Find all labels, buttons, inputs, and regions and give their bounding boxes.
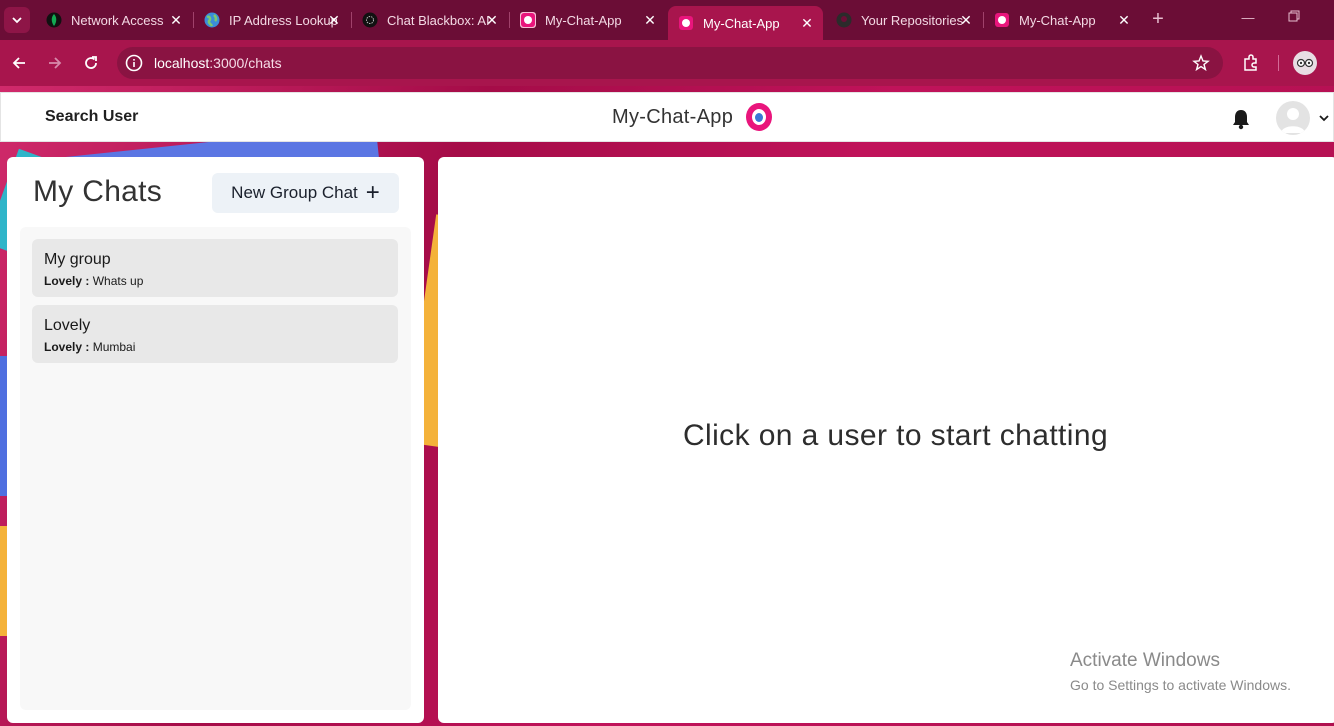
tab-title: My-Chat-App (703, 15, 780, 31)
info-icon[interactable] (125, 54, 143, 72)
empty-chat-placeholder: Click on a user to start chatting (682, 419, 1109, 452)
address-bar[interactable]: localhost:3000/chats (117, 47, 1223, 79)
url-host: localhost (154, 55, 210, 71)
close-icon[interactable]: ✕ (168, 12, 184, 28)
puzzle-icon (1244, 54, 1257, 71)
browser-tab[interactable]: My-Chat-App ✕ (510, 6, 666, 34)
chat-box-panel: Click on a user to start chatting (438, 157, 1334, 723)
chat-app-icon (678, 15, 694, 31)
latest-message-sender: Lovely : (44, 274, 90, 288)
my-chats-title: My Chats (33, 175, 163, 208)
browser-tab-active[interactable]: My-Chat-App ✕ (668, 6, 823, 40)
latest-message-text: Whats up (92, 274, 144, 288)
close-icon[interactable]: ✕ (799, 15, 815, 31)
my-chats-panel: My Chats New Group Chat + My group Lovel… (7, 157, 424, 723)
latest-message-sender: Lovely : (44, 340, 90, 354)
user-placeholder-icon (1281, 108, 1305, 133)
blackbox-icon (362, 12, 378, 28)
back-button[interactable] (7, 51, 31, 75)
tab-title: My-Chat-App (545, 12, 622, 28)
reload-button[interactable] (79, 51, 103, 75)
watermark-title: Activate Windows (1070, 650, 1220, 671)
chevron-down-icon[interactable] (1317, 111, 1331, 125)
restore-icon[interactable] (1284, 10, 1304, 30)
browser-tab[interactable]: IP Address Lookup ✕ (194, 6, 350, 34)
new-tab-button[interactable]: + (1148, 9, 1168, 31)
forward-button[interactable] (43, 51, 67, 75)
chat-list-item[interactable]: My group Lovely : Whats up (32, 239, 398, 297)
minimize-icon[interactable]: — (1238, 10, 1258, 30)
star-icon[interactable] (1192, 54, 1210, 72)
chat-list-item[interactable]: Lovely Lovely : Mumbai (32, 305, 398, 363)
tab-title: My-Chat-App (1019, 12, 1096, 28)
windows-activation-watermark: Activate Windows Go to Settings to activ… (1070, 650, 1291, 693)
user-avatar[interactable] (1276, 101, 1310, 135)
app-title: My-Chat-App (612, 106, 734, 128)
browser-tab[interactable]: Your Repositories ✕ (826, 6, 982, 34)
new-group-chat-label: New Group Chat (231, 183, 358, 202)
mongodb-leaf-icon (46, 12, 62, 28)
close-icon[interactable]: ✕ (958, 12, 974, 28)
github-icon (836, 12, 852, 28)
url-path: :3000/chats (209, 55, 282, 71)
new-group-chat-button[interactable]: New Group Chat + (212, 173, 399, 213)
chat-list: My group Lovely : Whats up Lovely Lovely… (20, 227, 411, 710)
plus-icon: + (365, 179, 380, 206)
latest-message-text: Mumbai (92, 340, 136, 354)
app-header: Search User My-Chat-App (0, 92, 1334, 142)
url-text[interactable]: localhost:3000/chats (154, 55, 282, 71)
tab-title: Chat Blackbox: AI (387, 12, 490, 28)
globe-icon (204, 12, 220, 28)
latest-message: Lovely : Mumbai (44, 340, 135, 354)
watermark-subtitle: Go to Settings to activate Windows. (1070, 677, 1291, 693)
chat-app-icon (520, 12, 536, 28)
latest-message: Lovely : Whats up (44, 274, 143, 288)
chat-app-icon (994, 12, 1010, 28)
app-logo-icon (746, 103, 772, 131)
browser-tab[interactable]: My-Chat-App ✕ (984, 6, 1140, 34)
close-icon[interactable]: ✕ (484, 12, 500, 28)
reload-icon (85, 56, 97, 69)
arrow-left-icon (12, 57, 25, 69)
extensions-button[interactable] (1240, 52, 1262, 74)
tab-title: IP Address Lookup (229, 12, 337, 28)
tab-title: Your Repositories (861, 12, 964, 28)
close-icon[interactable]: ✕ (1116, 12, 1132, 28)
browser-tab-strip: Network Access ✕ IP Address Lookup ✕ Cha… (0, 0, 1334, 40)
browser-tab[interactable]: Chat Blackbox: AI ✕ (352, 6, 508, 34)
chat-name: My group (44, 251, 111, 268)
browser-tab[interactable]: Network Access ✕ (36, 6, 192, 34)
chat-name: Lovely (44, 317, 91, 334)
close-icon[interactable]: ✕ (642, 12, 658, 28)
close-icon[interactable]: ✕ (326, 12, 342, 28)
arrow-right-icon (49, 57, 62, 69)
tab-search-button[interactable] (4, 7, 30, 33)
toolbar-divider (1278, 55, 1279, 71)
search-user-button[interactable]: Search User (45, 108, 138, 126)
browser-toolbar: localhost:3000/chats (0, 40, 1334, 86)
browser-profile-avatar[interactable] (1293, 51, 1317, 75)
profile-glasses-icon (1296, 58, 1314, 68)
tab-title: Network Access (71, 12, 164, 28)
page-viewport: Search User My-Chat-App My Chats New Gro… (0, 86, 1334, 726)
bell-icon[interactable] (1229, 107, 1253, 131)
chevron-down-icon (12, 17, 22, 24)
